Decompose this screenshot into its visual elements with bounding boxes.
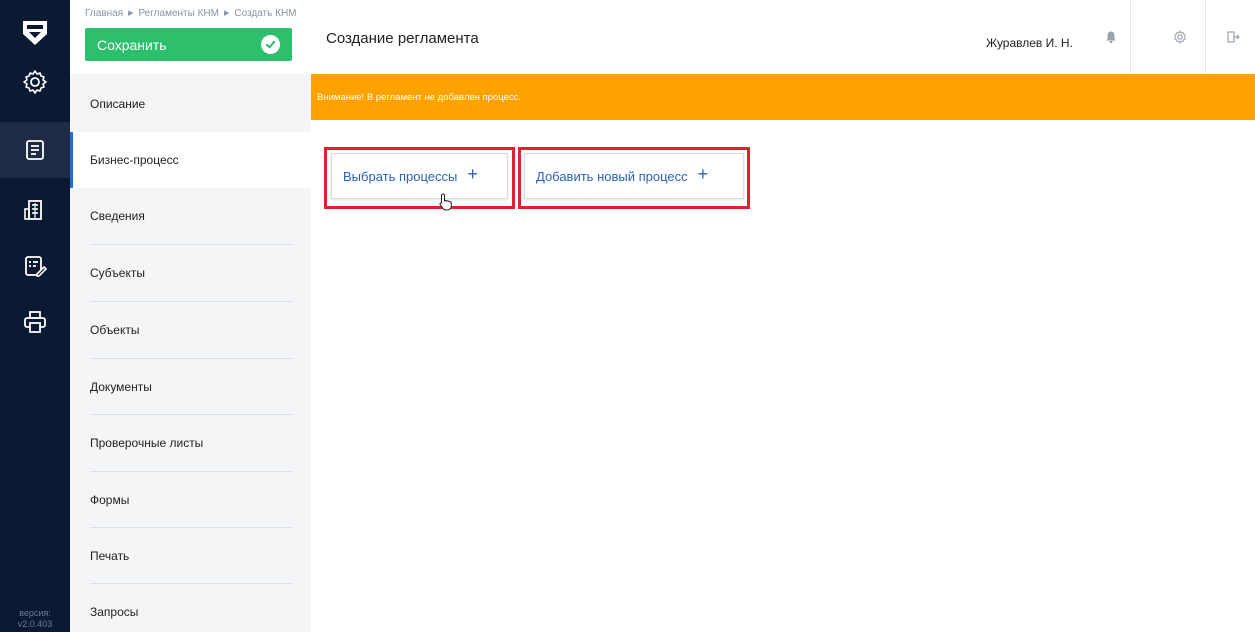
version-info: версия: v2.0.403: [0, 608, 70, 630]
add-process-button[interactable]: Добавить новый процесс +: [524, 153, 744, 199]
save-button-label: Сохранить: [97, 36, 167, 53]
rail-item-regulations[interactable]: [0, 122, 70, 178]
section-nav-label: Объекты: [90, 323, 140, 337]
plus-icon: +: [697, 164, 709, 184]
gear-icon: [1174, 30, 1186, 44]
section-nav-item-subjects[interactable]: Субъекты: [70, 245, 311, 301]
section-nav-label: Печать: [90, 549, 130, 563]
section-nav-item-details[interactable]: Сведения: [70, 188, 311, 244]
section-nav-label: Бизнес-процесс: [90, 153, 179, 167]
breadcrumb-item-create: Создать КНМ: [234, 8, 297, 19]
page-header: Главная ▶ Регламенты КНМ ▶ Создать КНМ Сохра…: [70, 0, 1255, 74]
plus-icon: +: [467, 164, 478, 184]
breadcrumb-item-home[interactable]: Главная: [85, 8, 123, 19]
check-icon: [261, 35, 280, 54]
version-value: v2.0.403: [17, 619, 53, 629]
section-nav-item-checklists[interactable]: Проверочные листы: [70, 415, 311, 471]
rail-item-checklists[interactable]: [0, 238, 70, 294]
section-nav-item-objects[interactable]: Объекты: [70, 302, 311, 358]
breadcrumb: Главная ▶ Регламенты КНМ ▶ Создать КНМ: [85, 8, 297, 19]
warning-text: Внимание! В регламент не добавлен процес…: [317, 91, 522, 103]
breadcrumb-item-regulations[interactable]: Регламенты КНМ: [138, 8, 219, 19]
printer-icon: [24, 311, 46, 333]
select-processes-button[interactable]: Выбрать процессы +: [331, 153, 508, 199]
add-process-label: Добавить новый процесс: [536, 168, 688, 184]
checklist-edit-icon: [25, 256, 47, 277]
select-processes-label: Выбрать процессы: [343, 168, 458, 184]
section-nav-label: Сведения: [90, 209, 145, 223]
section-nav-label: Описание: [90, 97, 146, 111]
header-divider: [1205, 0, 1206, 74]
user-name[interactable]: Журавлев И. Н.: [986, 36, 1073, 50]
section-nav-item-requests[interactable]: Запросы: [70, 584, 311, 632]
section-nav-item-documents[interactable]: Документы: [70, 359, 311, 415]
section-nav-item-forms[interactable]: Формы: [70, 472, 311, 528]
bell-icon: [1106, 31, 1116, 43]
section-nav: Описание Бизнес-процесс Сведения Субъект…: [70, 74, 311, 632]
header-divider: [1130, 0, 1131, 74]
hand-cursor-icon: [439, 193, 452, 211]
breadcrumb-separator-icon: ▶: [223, 10, 230, 17]
warning-banner: Внимание! В регламент не добавлен процес…: [311, 74, 1255, 120]
app-rail: версия: v2.0.403: [0, 0, 70, 632]
logout-button[interactable]: [1213, 0, 1253, 74]
save-button[interactable]: Сохранить: [85, 28, 292, 61]
document-icon: [26, 140, 44, 160]
shield-logo-icon: [23, 21, 47, 45]
section-nav-label: Запросы: [90, 605, 139, 619]
notifications-button[interactable]: [1091, 0, 1131, 74]
section-nav-item-business-process[interactable]: Бизнес-процесс: [70, 132, 311, 188]
version-label: версия:: [19, 608, 51, 618]
section-nav-item-print[interactable]: Печать: [70, 528, 311, 584]
page-title: Создание регламента: [326, 30, 479, 47]
section-nav-label: Субъекты: [90, 266, 145, 280]
section-nav-label: Документы: [90, 380, 152, 394]
building-icon: [24, 200, 42, 220]
section-nav-label: Формы: [90, 493, 130, 507]
section-nav-label: Проверочные листы: [90, 436, 204, 450]
settings-button[interactable]: [1160, 0, 1200, 74]
rail-item-organizations[interactable]: [0, 182, 70, 238]
rail-item-settings[interactable]: [0, 54, 70, 110]
breadcrumb-separator-icon: ▶: [128, 10, 134, 17]
settings-icon: [23, 70, 47, 94]
rail-item-print[interactable]: [0, 294, 70, 350]
section-nav-item-description[interactable]: Описание: [70, 76, 311, 132]
logout-icon: [1227, 31, 1240, 43]
